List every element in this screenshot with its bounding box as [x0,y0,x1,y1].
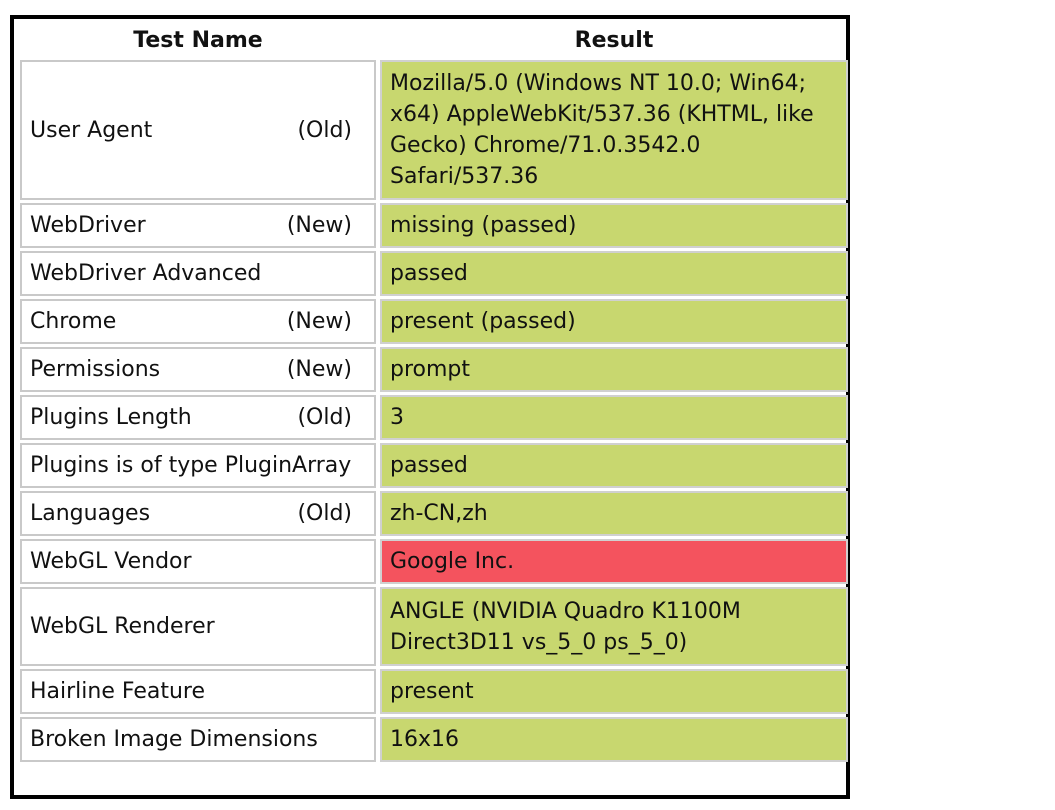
table-row: Broken Image Dimensions 16x16 [20,717,848,762]
table-row: WebGL Vendor Google Inc. [20,539,848,584]
test-name: Languages [30,501,151,526]
table-row: User Agent (Old) Mozilla/5.0 (Windows NT … [20,60,848,200]
table-row: Permissions (New) prompt [20,347,848,392]
test-name: WebGL Renderer [30,614,215,639]
test-name: WebDriver Advanced [30,261,262,286]
table-row: Hairline Feature present [20,669,848,714]
result-cell: Mozilla/5.0 (Windows NT 10.0; Win64; x64… [380,60,848,200]
test-tag: (New) [286,213,352,238]
result-cell: 16x16 [380,717,848,762]
test-name-cell: WebGL Vendor [20,539,376,584]
header-test-name: Test Name [133,28,263,53]
test-name: User Agent [30,117,153,143]
table-row: Languages (Old) zh-CN,zh [20,491,848,536]
test-name-cell: WebGL Renderer [20,587,376,666]
results-table-container: Test Name Result User Agent (Old) Mozilla… [10,15,850,799]
test-name: Hairline Feature [30,679,206,704]
table-row: Plugins is of type PluginArray passed [20,443,848,488]
result-cell: present (passed) [380,299,848,344]
results-table: Test Name Result User Agent (Old) Mozilla… [16,21,852,765]
test-name-cell: Chrome (New) [20,299,376,344]
table-row: WebDriver (New) missing (passed) [20,203,848,248]
test-tag: (Old) [297,501,352,526]
test-name-cell: User Agent (Old) [20,60,376,200]
test-name: Permissions [30,357,161,382]
header-row: Test Name Result [20,24,848,57]
result-cell: zh-CN,zh [380,491,848,536]
result-cell: passed [380,443,848,488]
test-name-cell: WebDriver Advanced [20,251,376,296]
test-tag: (Old) [297,405,352,430]
test-name: Plugins Length [30,405,192,430]
result-cell: prompt [380,347,848,392]
table-row: Plugins Length (Old) 3 [20,395,848,440]
test-name-cell: Plugins Length (Old) [20,395,376,440]
test-name-cell: Permissions (New) [20,347,376,392]
table-row: Chrome (New) present (passed) [20,299,848,344]
test-name: Plugins is of type PluginArray [30,453,352,478]
test-name: Chrome [30,309,117,334]
test-name-cell: Plugins is of type PluginArray [20,443,376,488]
result-cell: present [380,669,848,714]
table-row: WebGL Renderer ANGLE (NVIDIA Quadro K110… [20,587,848,666]
test-tag: (Old) [297,117,352,143]
header-result: Result [574,28,654,53]
test-name-cell: Languages (Old) [20,491,376,536]
test-name: WebGL Vendor [30,549,192,574]
result-cell: passed [380,251,848,296]
test-name: WebDriver [30,213,146,238]
result-cell: missing (passed) [380,203,848,248]
result-cell: Google Inc. [380,539,848,584]
test-tag: (New) [286,309,352,334]
result-cell: 3 [380,395,848,440]
table-row: WebDriver Advanced passed [20,251,848,296]
test-name-cell: Hairline Feature [20,669,376,714]
result-cell: ANGLE (NVIDIA Quadro K1100M Direct3D11 v… [380,587,848,666]
test-name-cell: WebDriver (New) [20,203,376,248]
test-name-cell: Broken Image Dimensions [20,717,376,762]
test-name: Broken Image Dimensions [30,727,318,752]
test-tag: (New) [286,357,352,382]
